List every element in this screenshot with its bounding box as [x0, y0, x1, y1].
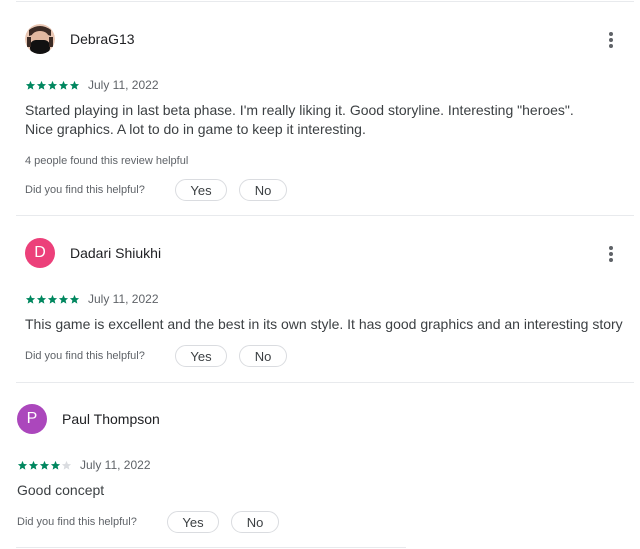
review-date: July 11, 2022	[88, 292, 159, 306]
no-button[interactable]: No	[239, 179, 287, 201]
yes-button[interactable]: Yes	[175, 179, 227, 201]
star-empty-icon	[61, 460, 72, 470]
star-filled-icon	[47, 294, 58, 304]
helpful-question: Did you find this helpful?	[25, 350, 145, 362]
star-rating	[25, 294, 80, 305]
review-author: Dadari Shiukhi	[70, 245, 162, 261]
yes-button[interactable]: Yes	[175, 345, 227, 367]
review-date: July 11, 2022	[80, 458, 151, 472]
star-filled-icon	[47, 80, 58, 90]
review-author: DebraG13	[70, 31, 135, 47]
review-text: Good concept	[17, 482, 105, 498]
review-date: July 11, 2022	[88, 78, 159, 92]
user-photo-icon	[25, 24, 55, 54]
star-filled-icon	[36, 80, 47, 90]
review-author: Paul Thompson	[62, 411, 160, 427]
star-filled-icon	[69, 294, 80, 304]
review-card: P Paul Thompson July 11, 2022 Good conce…	[0, 383, 640, 547]
divider-bottom	[16, 547, 406, 548]
star-filled-icon	[39, 460, 50, 470]
helpful-question: Did you find this helpful?	[17, 516, 137, 528]
more-options-icon[interactable]	[603, 244, 619, 268]
star-filled-icon	[58, 80, 69, 90]
review-text: Started playing in last beta phase. I'm …	[25, 102, 574, 137]
no-button[interactable]: No	[231, 511, 279, 533]
helpful-count: 4 people found this review helpful	[25, 155, 189, 167]
review-text: This game is excellent and the best in i…	[25, 316, 623, 332]
avatar-letter: P	[26, 410, 38, 427]
star-rating	[17, 460, 72, 471]
star-filled-icon	[28, 460, 39, 470]
star-rating	[25, 80, 80, 91]
star-filled-icon	[50, 460, 61, 470]
star-filled-icon	[58, 294, 69, 304]
no-button[interactable]: No	[239, 345, 287, 367]
avatar-letter: D	[34, 244, 46, 261]
star-filled-icon	[17, 460, 28, 470]
review-card: DebraG13 July 11, 2022 Started playing i…	[0, 0, 640, 215]
avatar: D	[25, 238, 55, 268]
star-filled-icon	[36, 294, 47, 304]
more-options-icon[interactable]	[603, 30, 619, 54]
helpful-question: Did you find this helpful?	[25, 184, 145, 196]
star-filled-icon	[69, 80, 80, 90]
star-filled-icon	[25, 294, 36, 304]
review-card: D Dadari Shiukhi July 11, 2022 This game…	[0, 216, 640, 382]
star-filled-icon	[25, 80, 36, 90]
avatar	[25, 24, 55, 54]
yes-button[interactable]: Yes	[167, 511, 219, 533]
avatar: P	[17, 404, 47, 434]
